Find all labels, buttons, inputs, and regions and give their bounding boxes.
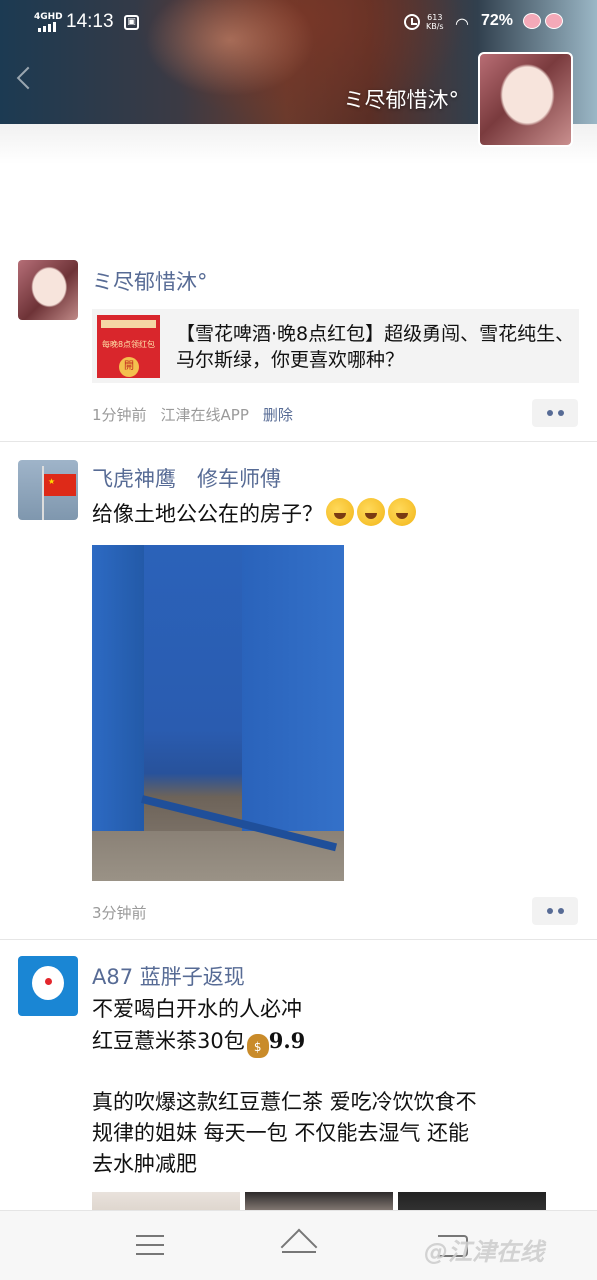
post-text-line: 规律的姐妹 每天一包 不仅能去湿气 还能 bbox=[92, 1121, 470, 1145]
post-nickname[interactable]: 飞虎神鹰 修车师傅 bbox=[92, 463, 281, 493]
post-text: 给像土地公公在的房子？ bbox=[92, 498, 416, 530]
open-coin-icon: 開 bbox=[119, 357, 139, 377]
more-button[interactable] bbox=[532, 897, 578, 925]
wifi-icon: ◠ bbox=[455, 14, 469, 33]
alarm-icon bbox=[404, 14, 420, 30]
thumb-strip bbox=[101, 320, 156, 328]
laughing-emoji-icon bbox=[326, 498, 354, 526]
delete-link[interactable]: 删除 bbox=[263, 406, 293, 424]
post-time: 3分钟前 bbox=[92, 904, 147, 922]
profile-avatar[interactable] bbox=[478, 52, 573, 147]
price: 9.9 bbox=[268, 1028, 306, 1053]
speed-value: 613 bbox=[427, 13, 443, 22]
network-type: 4GHD bbox=[34, 12, 63, 22]
clock: 14:13 bbox=[66, 11, 114, 32]
pig-icon bbox=[545, 13, 563, 29]
post-time: 1分钟前 bbox=[92, 406, 147, 424]
more-button[interactable] bbox=[532, 399, 578, 427]
speed-unit: KB/s bbox=[426, 22, 444, 31]
post-photo[interactable] bbox=[92, 545, 344, 881]
pig-icon bbox=[523, 13, 541, 29]
divider bbox=[0, 441, 597, 442]
avatar-nose bbox=[45, 978, 52, 985]
photo-cabinet-left bbox=[92, 545, 144, 845]
more-dots-icon bbox=[557, 410, 564, 416]
post-text-content: 给像土地公公在的房子？ bbox=[92, 502, 323, 526]
avatar[interactable] bbox=[18, 956, 78, 1016]
shared-link-card[interactable]: 每晚8点领红包 開 【雪花啤酒·晚8点红包】超级勇闯、雪花纯生、马尔斯绿，你更喜… bbox=[92, 309, 579, 383]
post-source[interactable]: 江津在线APP bbox=[161, 406, 249, 424]
avatar[interactable]: ★ bbox=[18, 460, 78, 520]
red-packet-thumbnail: 每晚8点领红包 開 bbox=[97, 315, 160, 378]
battery-level: 72% bbox=[481, 12, 514, 29]
post-text-line: 真的吹爆这款红豆薏仁茶 爱吃冷饮饮食不 bbox=[92, 1090, 477, 1114]
post-meta: 1分钟前 江津在线APP 删除 bbox=[92, 404, 307, 425]
divider bbox=[0, 939, 597, 940]
notification-app-icon: ▣ bbox=[124, 15, 139, 30]
laughing-emoji-icon bbox=[388, 498, 416, 526]
shared-link-title: 【雪花啤酒·晚8点红包】超级勇闯、雪花纯生、马尔斯绿，你更喜欢哪种？ bbox=[176, 323, 575, 371]
post-text-line: 不爱喝白开水的人必冲 bbox=[92, 997, 302, 1021]
more-dots-icon bbox=[546, 410, 553, 416]
money-bag-icon: $ bbox=[246, 1034, 269, 1058]
watermark: @江津在线 bbox=[424, 1238, 544, 1266]
signal-icon bbox=[38, 22, 56, 32]
post-meta: 3分钟前 bbox=[92, 902, 161, 923]
laughing-emoji-icon bbox=[357, 498, 385, 526]
post-nickname[interactable]: ミ尽郁惜沐° bbox=[92, 266, 208, 296]
avatar[interactable] bbox=[18, 260, 78, 320]
profile-name: ミ尽郁惜沐° bbox=[343, 88, 460, 112]
avatar-photo bbox=[18, 260, 78, 320]
more-dots-icon bbox=[546, 908, 553, 914]
thumb-text: 每晚8点领红包 bbox=[101, 340, 156, 349]
flag-star: ★ bbox=[48, 477, 56, 486]
post-text-line: 去水肿减肥 bbox=[92, 1152, 197, 1176]
post-text-content: 红豆薏米茶30包 bbox=[92, 1029, 245, 1053]
post-nickname[interactable]: A87 蓝胖子返现 bbox=[92, 961, 245, 991]
network-speed: 613 KB/s bbox=[426, 13, 444, 31]
avatar-photo bbox=[480, 54, 571, 145]
more-dots-icon bbox=[557, 908, 564, 914]
post-text-line: 红豆薏米茶30包 $9.9 bbox=[92, 1025, 305, 1058]
menu-icon[interactable] bbox=[136, 1235, 164, 1257]
home-icon[interactable] bbox=[280, 1228, 318, 1266]
status-bar: 4GHD 14:13 ▣ 613 KB/s ◠ 72% bbox=[0, 8, 597, 38]
